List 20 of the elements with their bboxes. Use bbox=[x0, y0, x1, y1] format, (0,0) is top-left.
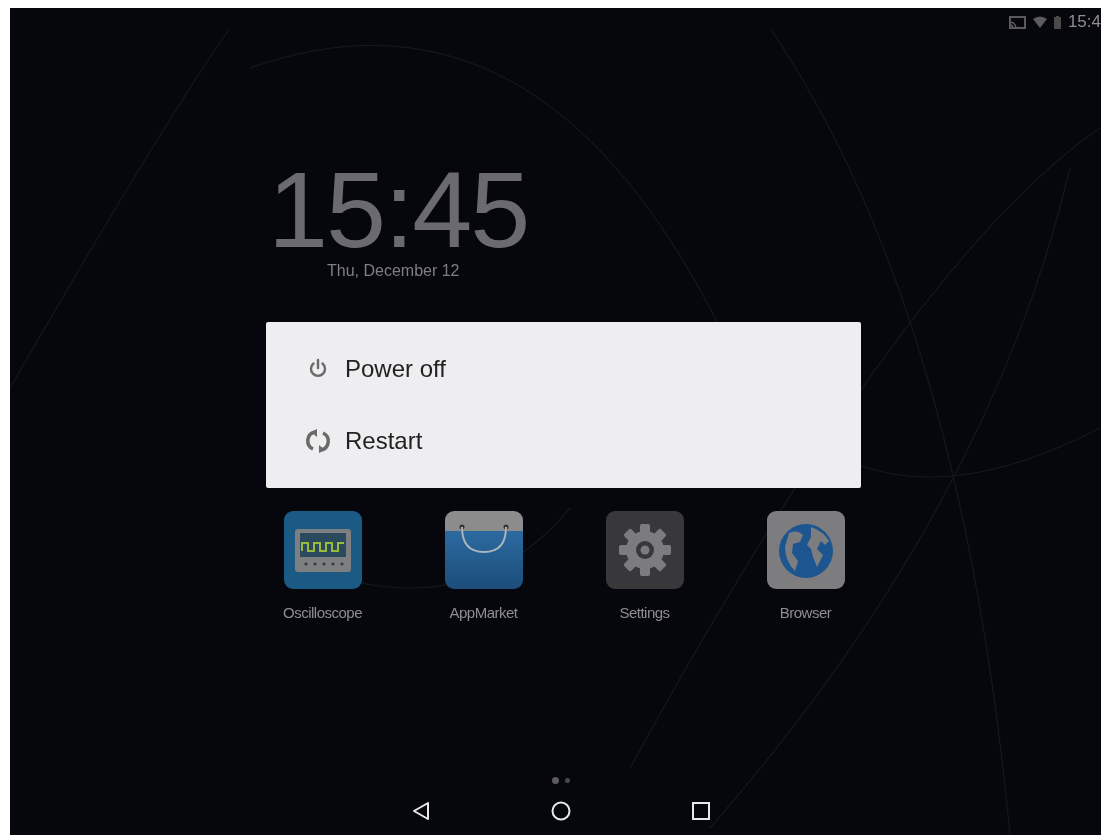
restart-icon bbox=[305, 428, 331, 454]
menu-item[interactable]: Power off bbox=[266, 333, 861, 405]
power-icon bbox=[307, 358, 329, 380]
globe-icon[interactable] bbox=[766, 511, 845, 589]
wifi-icon bbox=[1032, 16, 1047, 28]
app-label[interactable]: AppMarket bbox=[449, 604, 518, 621]
clock-date: Thu, December 12 bbox=[327, 262, 460, 280]
home-icon[interactable] bbox=[550, 801, 571, 821]
status-time: 15:4 bbox=[1067, 12, 1101, 32]
cast-icon bbox=[1008, 15, 1026, 29]
back-icon[interactable] bbox=[411, 801, 430, 821]
gear-icon[interactable] bbox=[605, 511, 684, 589]
menu-item[interactable]: Restart bbox=[266, 405, 861, 477]
shopping-bag-icon[interactable] bbox=[444, 511, 523, 589]
battery-icon bbox=[1053, 15, 1061, 29]
oscilloscope-icon[interactable] bbox=[283, 511, 362, 589]
app-label[interactable]: Browser bbox=[779, 604, 832, 621]
app-label[interactable]: Oscilloscope bbox=[282, 604, 362, 621]
recents-icon[interactable] bbox=[691, 802, 710, 820]
app-label[interactable]: Settings bbox=[619, 604, 670, 621]
